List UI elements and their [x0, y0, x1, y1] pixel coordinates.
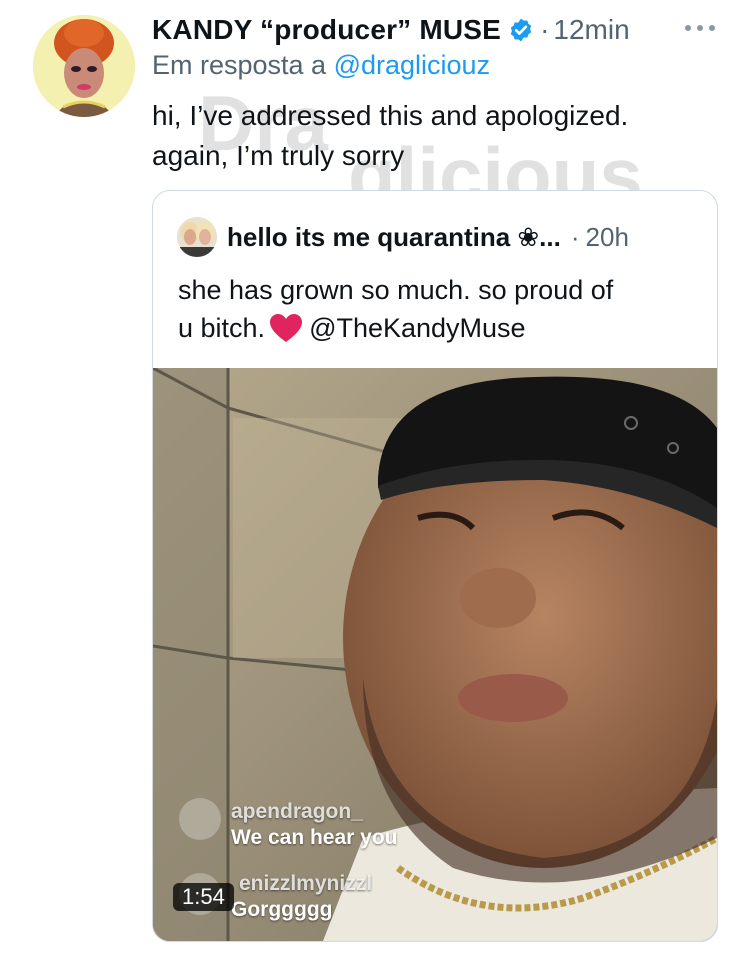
quoted-separator: · [570, 221, 580, 252]
red-heart-icon [269, 313, 303, 343]
tweet[interactable]: KANDY “producer” MUSE · 12min Em respost… [0, 0, 750, 953]
quoted-tweet[interactable]: hello its me quarantina ❀... · 20h she h… [152, 190, 718, 942]
quoted-text-line-1: she has grown so much. so proud of [178, 275, 614, 305]
quoted-tweet-body: she has grown so much. so proud of u bit… [178, 271, 698, 347]
video-duration-badge: 1:54 [173, 883, 234, 911]
comment-username: apendragon_ [231, 800, 363, 823]
reply-prefix: Em resposta a [152, 50, 327, 80]
author-avatar[interactable] [33, 15, 135, 117]
comment-avatar [179, 798, 221, 840]
quoted-timestamp[interactable]: 20h [586, 222, 629, 253]
comment-text: Gorggggg [231, 898, 333, 921]
avatar-image [33, 15, 135, 117]
video-player[interactable]: apendragon_ We can hear you enizzlmynizz… [153, 368, 717, 941]
author-display-name[interactable]: KANDY “producer” MUSE [152, 14, 501, 46]
quoted-text-line-2-start: u bitch. [178, 313, 266, 343]
video-frame [153, 368, 717, 941]
reply-mention-link[interactable]: @dragliciouz [334, 50, 490, 80]
header-separator: · [540, 14, 550, 45]
reply-context: Em resposta a @dragliciouz [152, 50, 490, 81]
quoted-author-avatar[interactable] [177, 217, 217, 257]
quoted-display-name[interactable]: hello its me quarantina ❀... [227, 222, 561, 253]
comment-username: enizzlmynizzl [239, 872, 373, 895]
quoted-avatar-image [177, 217, 217, 257]
tweet-text-line-1: hi, I’ve addressed this and apologized. [152, 100, 629, 131]
quoted-text-line-2: u bitch. @TheKandyMuse [178, 309, 698, 347]
tweet-body: hi, I’ve addressed this and apologized. … [152, 96, 712, 176]
quoted-tweet-header: hello its me quarantina ❀... · 20h [227, 219, 629, 255]
quoted-mention-link[interactable]: @TheKandyMuse [309, 313, 526, 343]
tweet-header: KANDY “producer” MUSE · 12min [152, 10, 720, 50]
tweet-timestamp[interactable]: 12min [553, 14, 629, 46]
comment-text: We can hear you [231, 826, 398, 849]
more-horizontal-icon[interactable] [680, 12, 720, 48]
verified-badge-icon [508, 17, 534, 43]
tweet-text-line-2: again, I’m truly sorry [152, 140, 405, 171]
